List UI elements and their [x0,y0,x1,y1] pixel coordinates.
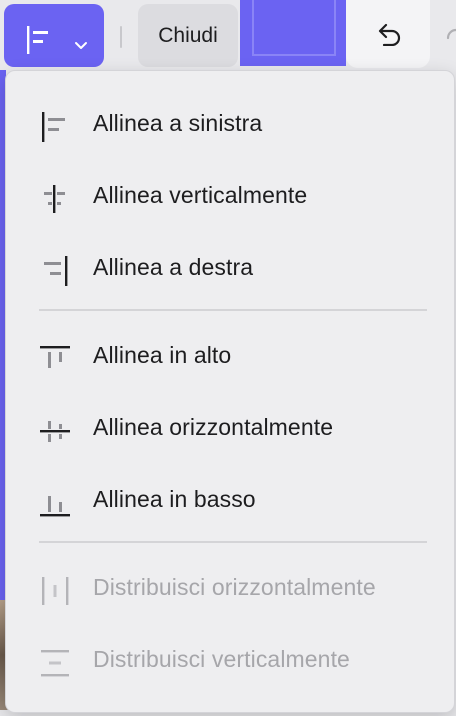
menu-item-label: Allinea a destra [93,254,254,280]
menu-item-label: Distribuisci orizzontalmente [93,574,376,600]
align-left-icon [26,26,52,59]
menu-separator [39,309,427,311]
menu-item-align-right[interactable]: Allinea a destra [6,237,454,299]
align-center-vertical-icon [40,184,70,213]
align-left-icon [40,112,70,142]
menu-item-label: Distribuisci verticalmente [93,646,350,672]
menu-separator [39,541,427,543]
undo-icon [376,22,402,51]
align-dropdown-button[interactable] [4,4,104,67]
menu-item-align-top[interactable]: Allinea in alto [6,325,454,387]
menu-item-distribute-horizontal: Distribuisci orizzontalmente [6,557,454,619]
menu-item-align-vertical[interactable]: Allinea verticalmente [6,165,454,227]
align-bottom-icon [40,488,70,517]
distribute-horizontal-icon [40,576,70,605]
menu-item-label: Allinea in basso [93,486,256,512]
undo-button[interactable] [346,0,430,68]
align-menu: Allinea a sinistra Allinea verticalmente… [5,70,455,713]
distribute-vertical-icon [40,648,70,677]
toolbar: Chiudi [0,0,456,70]
menu-item-label: Allinea verticalmente [93,182,308,208]
menu-item-distribute-vertical: Distribuisci verticalmente [6,629,454,691]
menu-item-label: Allinea orizzontalmente [93,414,334,440]
close-button[interactable]: Chiudi [138,4,238,67]
redo-icon[interactable] [444,26,456,53]
toolbar-divider [120,26,122,48]
chevron-down-icon [74,37,88,55]
menu-item-label: Allinea a sinistra [93,110,263,136]
align-right-icon [40,256,70,286]
align-top-icon [40,344,70,370]
menu-item-align-left[interactable]: Allinea a sinistra [6,93,454,155]
menu-item-align-bottom[interactable]: Allinea in basso [6,469,454,531]
menu-item-align-horizontal[interactable]: Allinea orizzontalmente [6,397,454,459]
menu-item-label: Allinea in alto [93,342,232,368]
align-middle-horizontal-icon [40,416,70,442]
